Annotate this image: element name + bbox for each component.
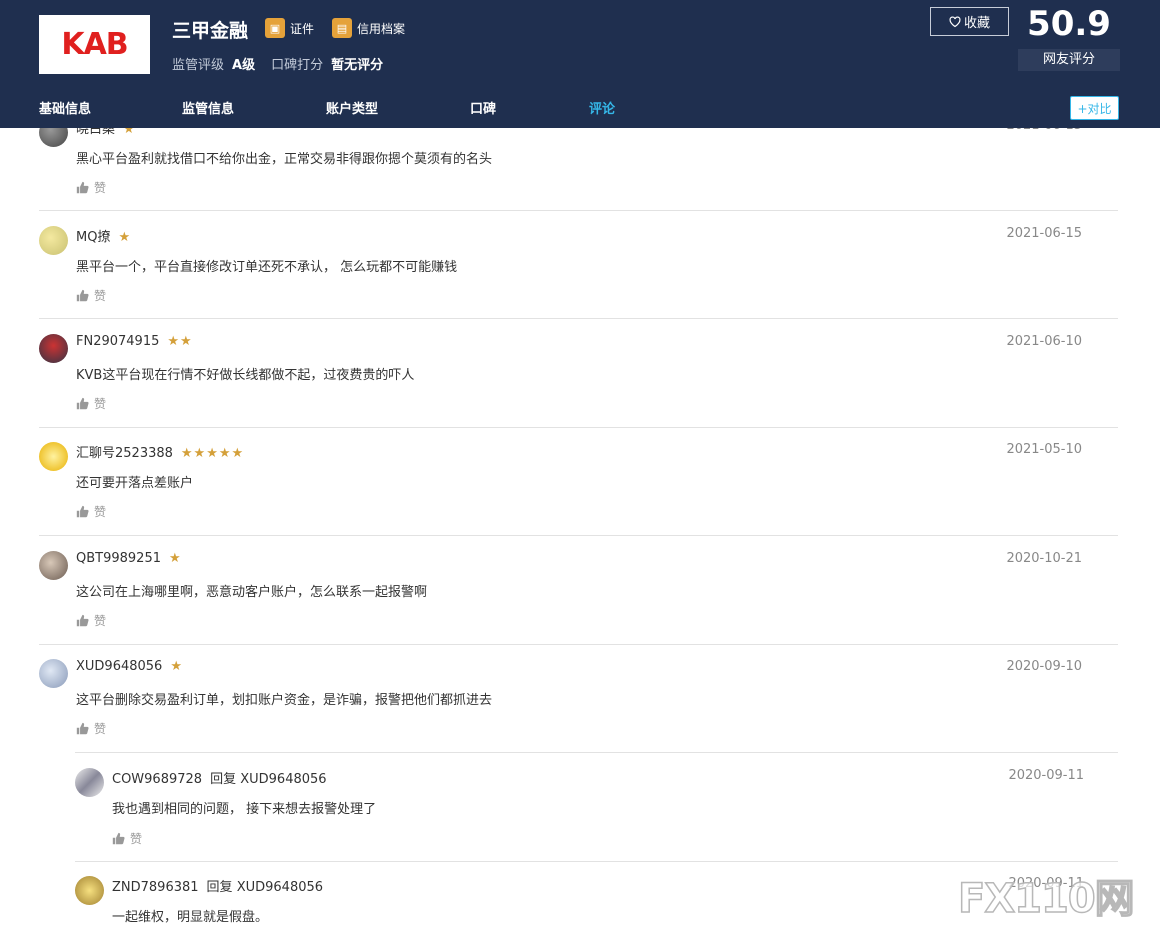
divider <box>75 861 1118 862</box>
comment-username[interactable]: 汇聊号2523388 <box>76 446 173 461</box>
comment-date: 2020-10-21 <box>1006 551 1082 566</box>
reputation-value: 暂无评分 <box>331 58 384 73</box>
like-button[interactable]: 赞 <box>112 830 142 847</box>
thumbs-up-icon <box>112 832 125 845</box>
like-label: 赞 <box>94 505 107 519</box>
reply-target[interactable]: XUD9648056 <box>240 772 326 787</box>
tab-comments[interactable]: 评论 <box>589 98 615 117</box>
regulation-label: 监管评级 <box>172 58 225 73</box>
comment-text: 这平台删除交易盈利订单，划扣账户资金，是诈骗，报警把他们都抓进去 <box>76 693 493 708</box>
like-label: 赞 <box>94 397 107 411</box>
avatar[interactable] <box>39 551 68 580</box>
like-button[interactable]: 赞 <box>76 720 106 737</box>
avatar[interactable] <box>39 334 68 363</box>
reply-username[interactable]: COW9689728 <box>112 772 202 787</box>
like-label: 赞 <box>94 289 107 303</box>
user-score-label: 网友评分 <box>1018 49 1120 71</box>
divider <box>39 427 1118 428</box>
certificate-label: 证件 <box>290 21 315 36</box>
comment-text: 黑心平台盈利就找借口不给你出金，正常交易非得跟你摁个莫须有的名头 <box>76 152 493 167</box>
reply-word: 回复 <box>210 772 237 787</box>
regulation-value: A级 <box>232 58 256 73</box>
company-name: 三甲金融 <box>172 20 249 42</box>
reply-date: 2020-09-11 <box>1008 768 1084 783</box>
like-label: 赞 <box>94 722 107 736</box>
watermark: FX110网 <box>957 875 1135 923</box>
credit-badge[interactable]: ▤ 信用档案 <box>332 18 405 38</box>
comment-date: 2021-06-15 <box>1006 226 1082 241</box>
like-button[interactable]: 赞 <box>76 503 106 520</box>
like-button[interactable]: 赞 <box>76 179 106 196</box>
avatar[interactable] <box>39 442 68 471</box>
reply-username[interactable]: ZND7896381 <box>112 880 199 895</box>
divider <box>75 752 1118 753</box>
comment-list: 晓白桑★ 2021-06-15 黑心平台盈利就找借口不给你出金，正常交易非得跟你… <box>0 0 1160 930</box>
tab-basic-info[interactable]: 基础信息 <box>39 98 91 117</box>
logo-text: KAB <box>61 27 128 62</box>
rating-line: 监管评级 A级 口碑打分 暂无评分 <box>172 54 399 73</box>
like-button[interactable]: 赞 <box>76 287 106 304</box>
divider <box>39 210 1118 211</box>
rating-stars: ★ <box>170 659 183 674</box>
thumbs-up-icon <box>76 722 89 735</box>
company-logo: KAB <box>39 15 150 74</box>
comment-username[interactable]: MQ撩 <box>76 230 110 245</box>
comment-date: 2021-05-10 <box>1006 442 1082 457</box>
thumbs-up-icon <box>76 505 89 518</box>
collect-button[interactable]: 收藏 <box>930 7 1009 36</box>
comment-date: 2021-06-10 <box>1006 334 1082 349</box>
reply-target[interactable]: XUD9648056 <box>237 880 323 895</box>
tab-reputation[interactable]: 口碑 <box>470 98 496 117</box>
collect-label: 收藏 <box>963 16 990 31</box>
certificate-badge[interactable]: ▣ 证件 <box>265 18 314 38</box>
tab-regulation[interactable]: 监管信息 <box>182 98 234 117</box>
comment-date: 2020-09-10 <box>1006 659 1082 674</box>
like-button[interactable]: 赞 <box>76 395 106 412</box>
credit-label: 信用档案 <box>357 21 406 36</box>
thumbs-up-icon <box>76 181 89 194</box>
tab-account-types[interactable]: 账户类型 <box>326 98 378 117</box>
avatar[interactable] <box>39 226 68 255</box>
like-label: 赞 <box>94 181 107 195</box>
comment-text: 这公司在上海哪里啊，恶意动客户账户，怎么联系一起报警啊 <box>76 585 428 600</box>
credit-file-icon: ▤ <box>332 18 352 38</box>
avatar[interactable] <box>75 876 104 905</box>
like-button[interactable]: 赞 <box>76 612 106 629</box>
page-header: KAB 三甲金融 ▣ 证件 ▤ 信用档案 监管评级 A级 口碑打分 暂无评分 收… <box>0 0 1160 128</box>
like-label: 赞 <box>94 614 107 628</box>
heart-icon <box>949 16 961 27</box>
compare-button[interactable]: +对比 <box>1070 96 1119 120</box>
rating-stars: ★ <box>118 230 132 245</box>
divider <box>39 535 1118 536</box>
rating-stars: ★★ <box>167 334 193 349</box>
rating-stars: ★ <box>169 551 182 566</box>
avatar[interactable] <box>39 659 68 688</box>
rating-stars: ★★★★★ <box>180 446 245 461</box>
thumbs-up-icon <box>76 397 89 410</box>
comment-username[interactable]: QBT9989251 <box>76 551 161 566</box>
comment-username[interactable]: FN29074915 <box>76 334 159 349</box>
certificate-icon: ▣ <box>265 18 285 38</box>
comment-text: 还可要开落点差账户 <box>76 476 194 491</box>
reply-text: 一起维权，明显就是假盘。 <box>112 910 269 925</box>
comment-text: 黑平台一个，平台直接修改订单还死不承认， 怎么玩都不可能赚钱 <box>76 260 458 275</box>
avatar[interactable] <box>75 768 104 797</box>
comment-text: KVB这平台现在行情不好做长线都做不起，过夜费贵的吓人 <box>76 368 415 383</box>
thumbs-up-icon <box>76 289 89 302</box>
reply-word: 回复 <box>206 880 233 895</box>
divider <box>39 318 1118 319</box>
reply-text: 我也遇到相同的问题， 接下来想去报警处理了 <box>112 802 377 817</box>
thumbs-up-icon <box>76 614 89 627</box>
reputation-label: 口碑打分 <box>271 58 324 73</box>
divider <box>39 644 1118 645</box>
like-label: 赞 <box>130 832 143 846</box>
tab-nav: 基础信息 监管信息 账户类型 口碑 评论 +对比 <box>0 92 1160 122</box>
user-score: 50.9 <box>1027 4 1111 44</box>
comment-username[interactable]: XUD9648056 <box>76 659 162 674</box>
